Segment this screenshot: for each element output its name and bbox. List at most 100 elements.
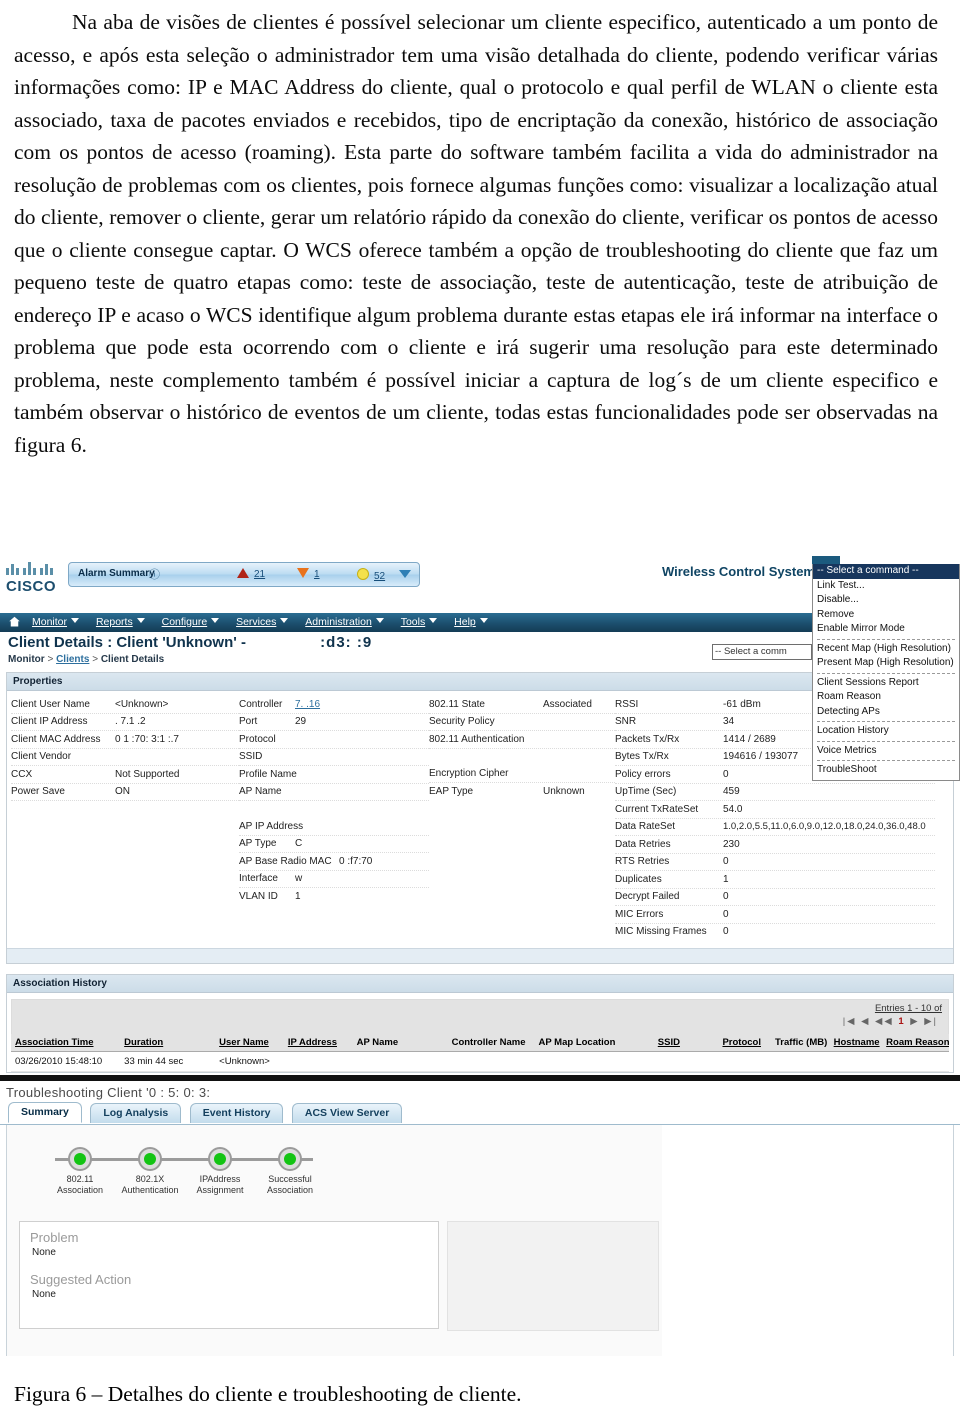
- alarm-minor[interactable]: 52: [357, 568, 385, 582]
- col-user-name[interactable]: User Name: [215, 1034, 284, 1052]
- property-row: 802.11 Authentication: [429, 731, 615, 749]
- alarm-summary-bar[interactable]: Alarm Summary ⓘ 21 1 52: [68, 562, 420, 587]
- pager-prev-icons[interactable]: |◀ ◀ ◀◀: [843, 1016, 894, 1027]
- step-label-line1: Successful: [268, 1174, 312, 1184]
- col-label: Duration: [124, 1037, 164, 1048]
- col-protocol[interactable]: Protocol: [718, 1034, 772, 1052]
- troubleshooting-summary-panel: 802.11 Association 802.1X Authentication…: [6, 1125, 954, 1356]
- nav-item-monitor[interactable]: Monitor: [32, 616, 80, 628]
- col-label: Hostname: [833, 1037, 880, 1048]
- nav-item-tools[interactable]: Tools: [401, 616, 438, 628]
- properties-column-1: Client User Name <Unknown> Client IP Addr…: [11, 696, 239, 940]
- property-row: MIC Errors 0: [615, 906, 935, 924]
- menu-item-remove[interactable]: Remove: [813, 608, 959, 623]
- panel-side-area: [447, 1221, 659, 1331]
- col-roam-reason[interactable]: Roam Reason: [882, 1034, 949, 1052]
- product-title: Wireless Control System: [661, 564, 815, 579]
- col-ip-address[interactable]: IP Address: [283, 1034, 353, 1052]
- col-label: AP Name: [356, 1037, 399, 1048]
- chevron-down-icon[interactable]: [399, 570, 411, 578]
- col-ssid[interactable]: SSID: [653, 1034, 719, 1052]
- nav-item-services[interactable]: Services: [236, 616, 289, 628]
- table-row[interactable]: 03/26/2010 15:48:10 33 min 44 sec <Unkno…: [11, 1051, 949, 1072]
- major-triangle-icon: [297, 568, 309, 578]
- property-key: RTS Retries: [615, 856, 670, 867]
- nav-item-help[interactable]: Help: [454, 616, 488, 628]
- menu-item-present-map[interactable]: Present Map (High Resolution): [813, 656, 959, 671]
- property-value: 1: [295, 890, 301, 902]
- menu-item-roam-reason[interactable]: Roam Reason: [813, 690, 959, 705]
- property-row: Data RateSet 1.0,2.0,5.5,11.0,6.0,9.0,12.…: [615, 819, 935, 836]
- chevron-down-icon: [280, 618, 289, 623]
- menu-item-voice-metrics[interactable]: Voice Metrics: [813, 744, 959, 759]
- breadcrumb-clients-link[interactable]: Clients: [56, 654, 89, 665]
- menu-item-recent-map[interactable]: Recent Map (High Resolution): [813, 642, 959, 657]
- cell-ap-map-location: [534, 1051, 654, 1072]
- breadcrumb: Monitor > Clients > Client Details: [8, 654, 164, 665]
- pager-current-page: 1: [898, 1016, 906, 1027]
- alarm-critical-count[interactable]: 21: [254, 569, 265, 580]
- menu-item-selected[interactable]: -- Select a command --: [813, 564, 959, 579]
- property-row: RTS Retries 0: [615, 854, 935, 871]
- menu-item-client-sessions-report[interactable]: Client Sessions Report: [813, 676, 959, 691]
- troubleshooting-section: Troubleshooting Client '0 : 5: 0: 3: Sum…: [0, 1081, 960, 1356]
- property-value: w: [295, 873, 303, 884]
- property-value: [543, 733, 615, 747]
- select-a-command-dropdown[interactable]: -- Select a comm: [712, 644, 812, 660]
- col-duration[interactable]: Duration: [120, 1034, 216, 1052]
- property-key: AP IP Address: [239, 820, 304, 832]
- home-icon[interactable]: [8, 616, 21, 628]
- menu-item-disable[interactable]: Disable...: [813, 593, 959, 608]
- col-controller-name: Controller Name: [447, 1034, 535, 1052]
- property-value: 230: [723, 838, 740, 850]
- menu-item-detecting-aps[interactable]: Detecting APs: [813, 705, 959, 720]
- tab-summary[interactable]: Summary: [8, 1102, 82, 1123]
- select-a-command-menu[interactable]: -- Select a command -- Link Test... Disa…: [812, 564, 960, 781]
- col-association-time[interactable]: Association Time: [11, 1034, 121, 1052]
- nav-label-services: Services: [236, 616, 277, 628]
- property-value: . 7.1 .2: [115, 716, 146, 727]
- nav-item-reports[interactable]: Reports: [96, 616, 145, 628]
- alarm-major[interactable]: 1: [297, 568, 320, 580]
- alarm-minor-count[interactable]: 52: [374, 571, 385, 582]
- alarm-summary-label: Alarm Summary: [78, 568, 155, 579]
- menu-item-troubleshoot[interactable]: TroubleShoot: [813, 763, 959, 778]
- property-value: 0: [723, 891, 729, 902]
- cell-controller-name: [447, 1051, 535, 1072]
- properties-columns: Client User Name <Unknown> Client IP Addr…: [11, 696, 949, 940]
- menu-item-link-test[interactable]: Link Test...: [813, 579, 959, 594]
- property-key: Current TxRateSet: [615, 803, 699, 815]
- problem-panel: Problem None Suggested Action None: [19, 1221, 439, 1329]
- troubleshooting-title: Troubleshooting Client '0 : 5: 0: 3:: [6, 1085, 211, 1100]
- chevron-down-icon: [136, 618, 145, 623]
- menu-item-location-history[interactable]: Location History: [813, 724, 959, 739]
- menu-item-enable-mirror-mode[interactable]: Enable Mirror Mode: [813, 622, 959, 637]
- col-hostname[interactable]: Hostname: [829, 1034, 883, 1052]
- property-row: Client User Name <Unknown>: [11, 696, 239, 714]
- property-value: [295, 750, 429, 764]
- alarm-major-count[interactable]: 1: [314, 569, 320, 580]
- controller-link[interactable]: 7. .16: [295, 699, 320, 710]
- property-row: Port 29: [239, 714, 429, 731]
- problem-heading: Problem: [30, 1230, 79, 1245]
- property-value: ON: [115, 786, 130, 797]
- pager-next-icons[interactable]: ▶ ▶|: [910, 1016, 938, 1027]
- nav-item-configure[interactable]: Configure: [162, 616, 220, 628]
- pager[interactable]: |◀ ◀ ◀◀ 1 ▶ ▶|: [843, 1016, 938, 1027]
- info-icon[interactable]: ⓘ: [149, 566, 160, 582]
- tab-event-history[interactable]: Event History: [189, 1103, 284, 1123]
- col-label: Protocol: [722, 1037, 761, 1048]
- association-history-panel: Association History Entries 1 - 10 of |◀…: [6, 974, 954, 1073]
- chevron-down-icon: [429, 618, 438, 623]
- table-header-row: Association Time Duration User Name IP A…: [11, 1034, 949, 1052]
- property-key: SSID: [239, 751, 263, 762]
- col-ap-map-location: AP Map Location: [534, 1034, 654, 1052]
- nav-label-configure: Configure: [161, 616, 208, 628]
- tab-acs-view-server[interactable]: ACS View Server: [291, 1103, 403, 1123]
- property-key: Security Policy: [429, 716, 495, 727]
- tab-log-analysis[interactable]: Log Analysis: [90, 1103, 182, 1123]
- property-key: AP Name: [239, 786, 282, 797]
- nav-item-administration[interactable]: Administration: [305, 616, 384, 628]
- alarm-critical[interactable]: 21: [237, 568, 265, 580]
- cisco-logo: CISCO: [6, 562, 64, 606]
